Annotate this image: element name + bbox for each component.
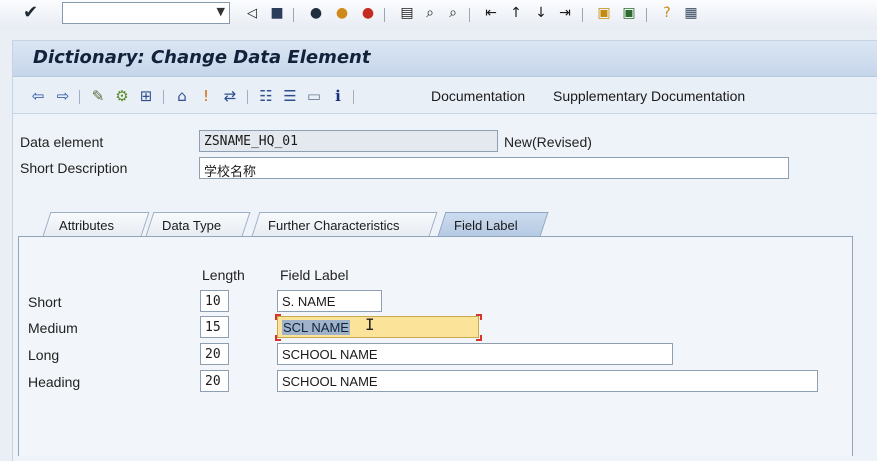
prev-page-icon[interactable]: ↑ [507,4,525,22]
toolbar-separator [353,90,354,104]
navigate-icon[interactable]: ⇄ [221,87,239,105]
data-element-field: ZSNAME_HQ_01 [199,130,498,152]
toolbar-separator [469,8,470,22]
focus-corner [476,335,482,341]
window-icon[interactable]: ▭ [305,87,323,105]
back-arrow-icon[interactable]: ◁ [243,4,261,22]
short-description-field[interactable]: 学校名称 [199,157,789,179]
hierarchy-icon[interactable]: ☷ [257,87,275,105]
help-icon[interactable]: ? [658,4,676,22]
toolbar-separator [582,8,583,22]
back-icon[interactable]: ● [307,4,325,22]
tab-attributes-label: Attributes [59,218,114,233]
medium-label-field[interactable]: SCL NAME [277,316,479,338]
tab-field-label[interactable]: Field Label [437,212,549,238]
shortcut-icon[interactable]: ▣ [620,4,638,22]
layout-icon[interactable]: ▦ [682,4,700,22]
tab-divider [18,236,853,237]
toolbar-separator [646,8,647,22]
focus-corner [275,314,281,320]
length-column-header: Length [202,267,245,283]
tab-data-type-label: Data Type [162,218,222,233]
cancel-icon[interactable]: ● [359,4,377,22]
long-label-field[interactable]: SCHOOL NAME [277,343,673,365]
medium-label-selection[interactable]: SCL NAME [282,320,350,335]
check-icon[interactable]: ! [197,87,215,105]
toolbar-separator [163,90,164,104]
new-session-icon[interactable]: ▣ [595,4,613,22]
first-page-icon[interactable]: ⇤ [482,4,500,22]
heading-label-field[interactable]: SCHOOL NAME [277,370,818,392]
tab-attributes[interactable]: Attributes [42,212,150,238]
short-description-label: Short Description [20,160,128,176]
print-icon[interactable]: ▤ [398,4,416,22]
focus-corner [476,314,482,320]
back-arrow-icon[interactable]: ⇦ [29,87,47,105]
system-toolbar: ✔ ▼ ◁ ■ ● ● ● ▤ ⌕ ⌕ ⇤ ↑ ↓ ⇥ ▣ ▣ ? ▦ [0,0,877,30]
short-length-field[interactable]: 10 [200,290,229,312]
documentation-button[interactable]: Documentation [431,88,525,104]
find-next-icon[interactable]: ⌕ [444,4,462,22]
long-length-field[interactable]: 20 [200,343,229,365]
display-change-icon[interactable]: ✎ [89,87,107,105]
heading-length-field[interactable]: 20 [200,370,229,392]
other-object-icon[interactable]: ⚙ [113,87,131,105]
chevron-down-icon[interactable]: ▼ [217,5,225,18]
where-used-icon[interactable]: ⌂ [173,87,191,105]
tab-further-characteristics[interactable]: Further Characteristics [251,212,438,238]
field-label-column-header: Field Label [280,267,349,283]
text-cursor-icon: I [365,315,375,334]
toolbar-separator [384,8,385,22]
find-icon[interactable]: ⌕ [421,4,439,22]
info-icon[interactable]: ℹ [329,87,347,105]
tab-strip: Attributes Data Type Further Characteris… [18,212,853,238]
page-title: Dictionary: Change Data Element [33,47,371,68]
short-label-field[interactable]: S. NAME [277,290,382,312]
medium-length-field[interactable]: 15 [200,316,229,338]
supplementary-documentation-button[interactable]: Supplementary Documentation [553,88,745,104]
command-field[interactable]: ▼ [62,2,230,24]
application-toolbar: ⇦ ⇨ ✎ ⚙ ⊞ ⌂ ! ⇄ ☷ ☰ ▭ ℹ Documentation Su… [13,78,877,114]
toolbar-separator [247,90,248,104]
row-long-label: Long [28,347,60,363]
next-page-icon[interactable]: ↓ [532,4,550,22]
display-object-list-icon[interactable]: ☰ [281,87,299,105]
last-page-icon[interactable]: ⇥ [556,4,574,22]
activate-icon[interactable]: ⊞ [137,87,155,105]
data-element-label: Data element [20,134,104,150]
tab-data-type[interactable]: Data Type [145,212,251,238]
enter-icon[interactable]: ✔ [23,2,38,23]
toolbar-separator [79,90,80,104]
title-bar: Dictionary: Change Data Element [13,41,877,77]
tab-field-label-label: Field Label [454,218,518,233]
status-text: New(Revised) [504,134,592,150]
toolbar-separator [293,8,294,22]
row-heading-label: Heading [28,374,81,390]
row-short-label: Short [28,294,62,310]
forward-arrow-icon[interactable]: ⇨ [54,87,72,105]
row-medium-label: Medium [28,320,78,336]
save-icon[interactable]: ■ [268,4,286,22]
exit-icon[interactable]: ● [333,4,351,22]
tab-further-characteristics-label: Further Characteristics [268,218,400,233]
focus-corner [275,335,281,341]
